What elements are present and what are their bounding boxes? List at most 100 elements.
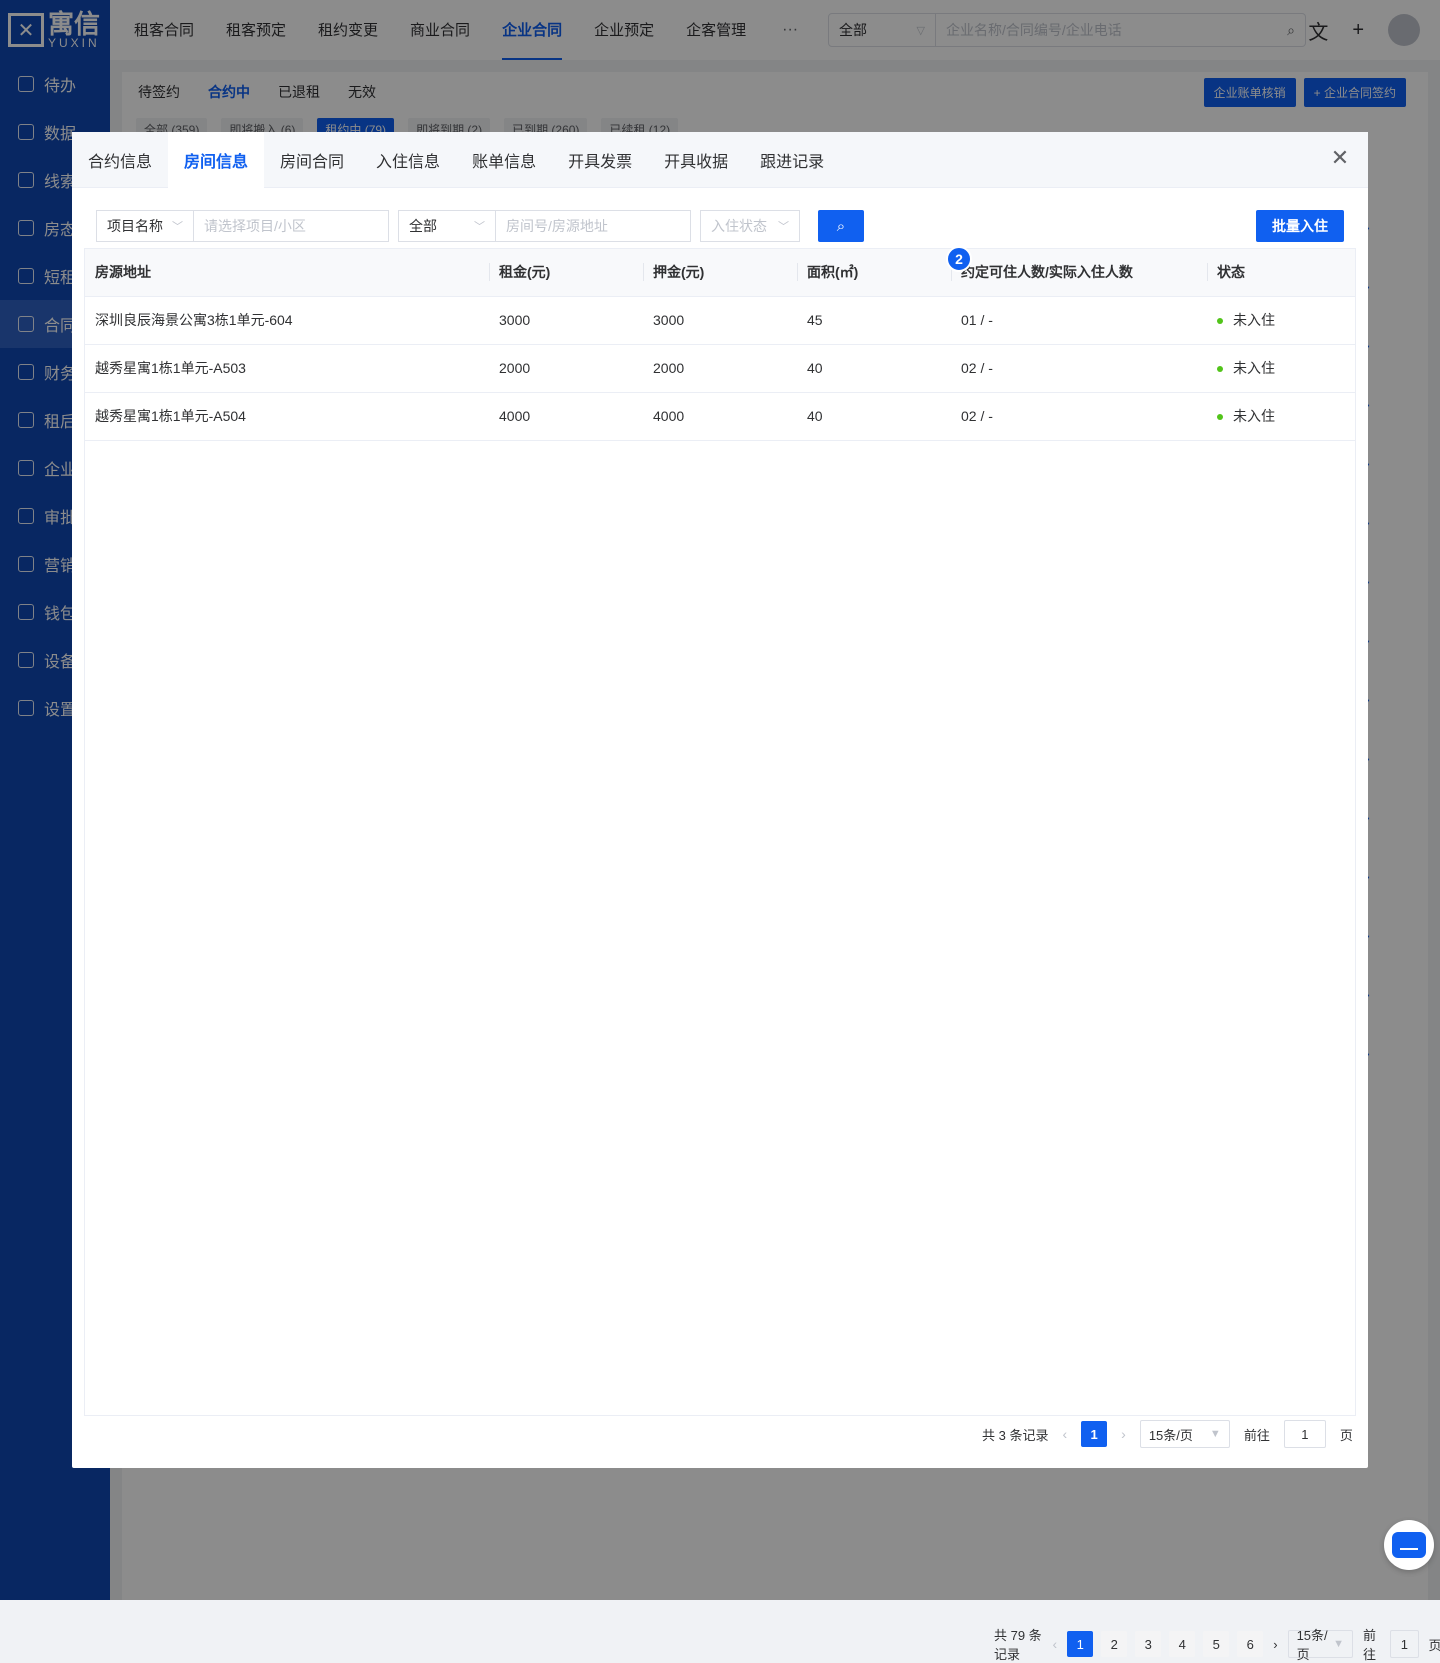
table-cell: 未入住	[1207, 344, 1355, 392]
modal-tab-1[interactable]: 房间信息	[168, 132, 264, 188]
cell-text: 未入住	[1233, 408, 1275, 424]
background-goto-label: 前往	[1363, 1625, 1380, 1663]
column-header: 租金(元)	[489, 249, 643, 296]
table-cell: 4000	[643, 392, 797, 440]
column-header: 约定可住人数/实际入住人数	[951, 249, 1207, 296]
room-search-input[interactable]: 房间号/房源地址	[495, 210, 691, 242]
project-placeholder: 请选择项目/小区	[204, 216, 306, 236]
goto-label: 前往	[1244, 1425, 1270, 1444]
table-cell: 未入住	[1207, 392, 1355, 440]
status-dot	[1217, 318, 1223, 324]
background-page-4[interactable]: 4	[1169, 1631, 1195, 1657]
table-cell: 深圳良辰海景公寓3栋1单元-604	[85, 296, 489, 344]
column-header: 房源地址	[85, 249, 489, 296]
table-cell: 未入住	[1207, 296, 1355, 344]
cell-text: 45	[807, 312, 823, 328]
cell-text: 3000	[653, 312, 684, 328]
background-page-2[interactable]: 2	[1101, 1631, 1127, 1657]
cell-text: 4000	[653, 408, 684, 424]
modal-tab-3[interactable]: 入住信息	[360, 132, 456, 188]
background-page-unit: 页	[1429, 1635, 1440, 1654]
table-cell: 越秀星寓1栋1单元-A504	[85, 392, 489, 440]
chat-bot-button[interactable]	[1384, 1520, 1434, 1570]
next-page-icon[interactable]: ›	[1121, 1426, 1126, 1442]
cell-text: 2000	[653, 360, 684, 376]
checkin-status-select[interactable]: 入住状态 ﹀	[700, 210, 800, 242]
room-table: 房源地址租金(元)押金(元)面积(㎡)约定可住人数/实际入住人数状态 深圳良辰海…	[84, 248, 1356, 1416]
cell-text: 4000	[499, 408, 530, 424]
background-page-3[interactable]: 3	[1135, 1631, 1161, 1657]
cell-text: 未入住	[1233, 312, 1275, 328]
cell-text: 越秀星寓1栋1单元-A504	[95, 408, 246, 424]
page-unit: 页	[1340, 1425, 1353, 1444]
table-cell: 3000	[643, 296, 797, 344]
table-cell: 45	[797, 296, 951, 344]
chat-bubble-icon	[1392, 1532, 1426, 1558]
background-page-5[interactable]: 5	[1203, 1631, 1229, 1657]
table-cell: 02 / -	[951, 344, 1207, 392]
table-cell: 40	[797, 392, 951, 440]
table-cell: 越秀星寓1栋1单元-A503	[85, 344, 489, 392]
background-total: 共 79 条记录	[994, 1625, 1043, 1663]
annotation-badge-2: 2	[946, 246, 972, 272]
page-size-value: 15条/页	[1149, 1425, 1193, 1444]
modal-tab-4[interactable]: 账单信息	[456, 132, 552, 188]
batch-checkin-button[interactable]: 批量入住	[1256, 210, 1344, 242]
chevron-down-icon: ﹀	[778, 218, 789, 234]
prev-page-icon[interactable]: ‹	[1062, 1426, 1067, 1442]
background-page-size[interactable]: 15条/页▼	[1288, 1630, 1353, 1658]
column-header: 面积(㎡)	[797, 249, 951, 296]
table-cell: 3000	[489, 296, 643, 344]
project-name-select[interactable]: 项目名称 ﹀	[96, 210, 194, 242]
cell-text: 40	[807, 408, 823, 424]
cell-text: 未入住	[1233, 360, 1275, 376]
modal-tab-5[interactable]: 开具发票	[552, 132, 648, 188]
cell-text: 01 / -	[961, 312, 993, 328]
column-header: 状态	[1207, 249, 1355, 296]
project-name-label: 项目名称	[107, 216, 163, 236]
search-button[interactable]: ⌕	[818, 210, 864, 242]
cell-text: 02 / -	[961, 360, 993, 376]
table-cell: 4000	[489, 392, 643, 440]
project-input[interactable]: 请选择项目/小区	[193, 210, 389, 242]
cell-text: 3000	[499, 312, 530, 328]
room-search-placeholder: 房间号/房源地址	[506, 216, 608, 236]
cell-text: 02 / -	[961, 408, 993, 424]
modal-tab-6[interactable]: 开具收据	[648, 132, 744, 188]
background-pagination: 共 79 条记录 ‹ 123456 › 15条/页▼ 前往 1 页	[994, 1625, 1440, 1663]
table-cell: 2000	[489, 344, 643, 392]
table-row[interactable]: 越秀星寓1栋1单元-A504 4000 4000 40 02 / - 未入住	[85, 392, 1355, 440]
scope-value: 全部	[409, 216, 437, 236]
table-cell: 40	[797, 344, 951, 392]
modal-tab-0[interactable]: 合约信息	[72, 132, 168, 188]
background-page-1[interactable]: 1	[1067, 1631, 1093, 1657]
close-icon[interactable]: ✕	[1328, 146, 1352, 170]
table-row[interactable]: 深圳良辰海景公寓3栋1单元-604 3000 3000 45 01 / - 未入住	[85, 296, 1355, 344]
table-cell: 02 / -	[951, 392, 1207, 440]
cell-text: 深圳良辰海景公寓3栋1单元-604	[95, 312, 293, 328]
page-number[interactable]: 1	[1081, 1421, 1107, 1447]
column-header: 押金(元)	[643, 249, 797, 296]
page-size-select[interactable]: 15条/页 ▼	[1140, 1420, 1230, 1448]
cell-text: 2000	[499, 360, 530, 376]
prev-icon[interactable]: ‹	[1053, 1636, 1058, 1652]
search-icon: ⌕	[837, 218, 845, 235]
caret-down-icon: ▼	[1210, 1428, 1221, 1440]
cell-text: 越秀星寓1栋1单元-A503	[95, 360, 246, 376]
scope-select[interactable]: 全部 ﹀	[398, 210, 496, 242]
goto-page-input[interactable]: 1	[1284, 1420, 1326, 1448]
status-dot	[1217, 366, 1223, 372]
modal-tab-2[interactable]: 房间合同	[264, 132, 360, 188]
background-goto-input[interactable]: 1	[1390, 1630, 1418, 1658]
chevron-down-icon: ﹀	[172, 218, 183, 234]
next-icon[interactable]: ›	[1273, 1637, 1277, 1652]
cell-text: 40	[807, 360, 823, 376]
checkin-status-placeholder: 入住状态	[711, 216, 767, 236]
table-row[interactable]: 越秀星寓1栋1单元-A503 2000 2000 40 02 / - 未入住	[85, 344, 1355, 392]
modal-tab-7[interactable]: 跟进记录	[744, 132, 840, 188]
status-dot	[1217, 414, 1223, 420]
table-cell: 2000	[643, 344, 797, 392]
background-page-6[interactable]: 6	[1237, 1631, 1263, 1657]
contract-detail-modal: 合约信息房间信息房间合同入住信息账单信息开具发票开具收据跟进记录 ✕ 项目名称 …	[72, 132, 1368, 1468]
modal-total: 共 3 条记录	[982, 1425, 1048, 1444]
